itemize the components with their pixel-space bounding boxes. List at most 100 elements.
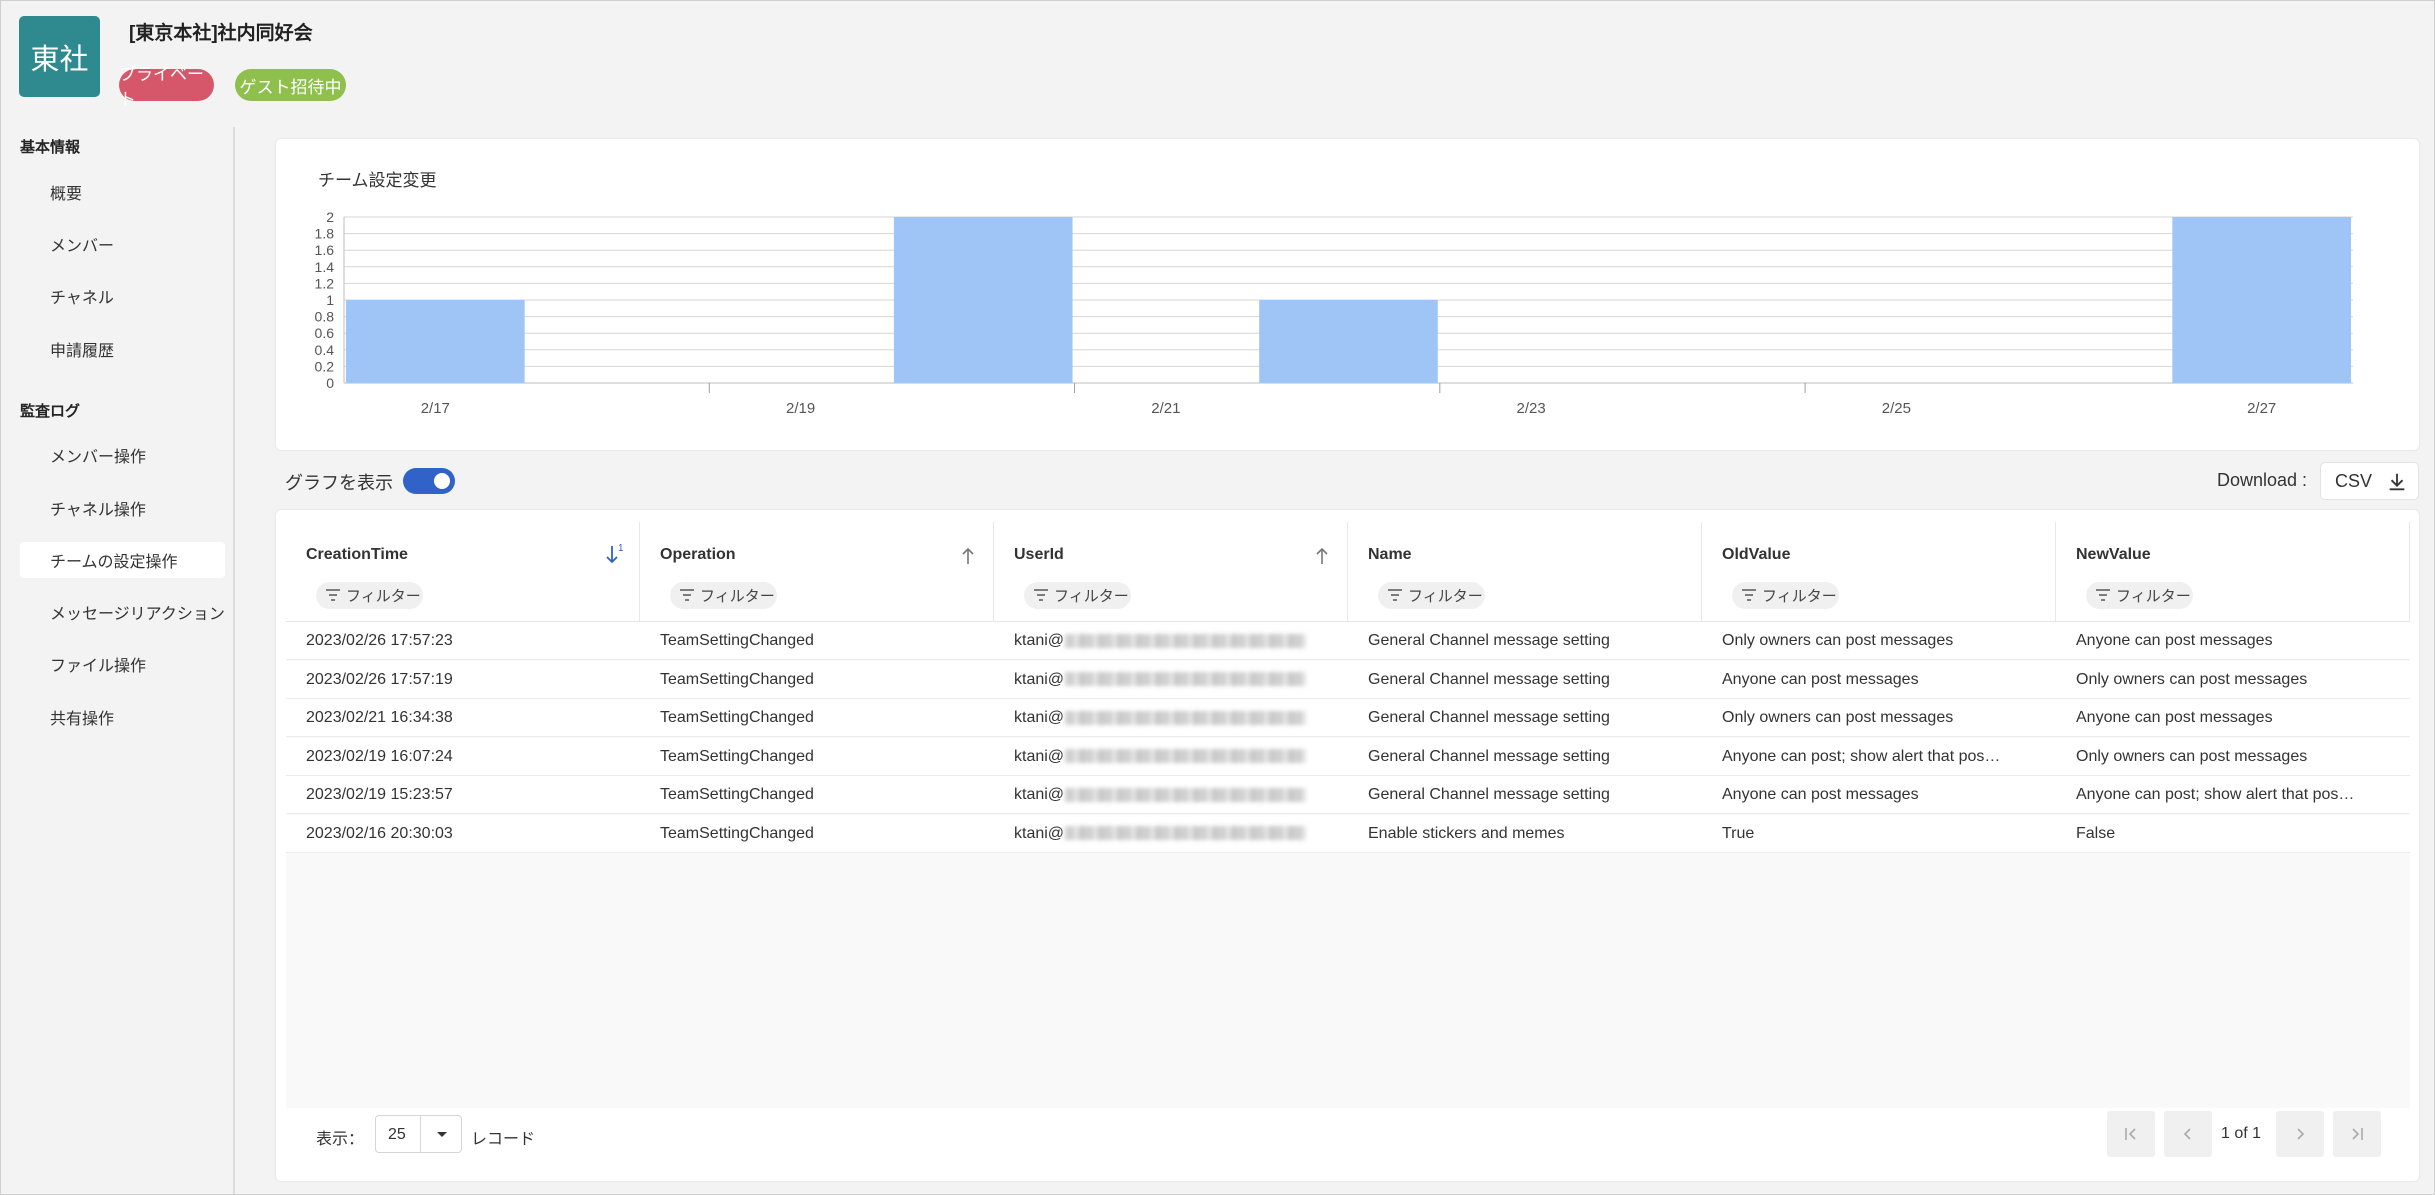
- show-graph-label: グラフを表示: [285, 473, 393, 493]
- sidebar-heading-basic-info: 基本情報: [20, 139, 81, 156]
- cell-text: 2023/02/21 16:34:38: [306, 709, 453, 726]
- x-tick-label: 2/25: [1882, 400, 1911, 417]
- table-row[interactable]: 2023/02/26 17:57:23 TeamSettingChanged kta…: [286, 622, 2410, 660]
- download-icon: [2389, 473, 2405, 491]
- column-header-user-id[interactable]: UserId フィルター: [994, 522, 1348, 622]
- filter-chip[interactable]: フィルター: [2086, 582, 2193, 609]
- cell-text: True: [1722, 824, 1755, 842]
- cell-user-id: ktani@: [994, 815, 1348, 853]
- cell-text: Anyone can post messages: [1722, 786, 1919, 803]
- sidebar-item-sharing-ops[interactable]: 共有操作: [20, 699, 225, 735]
- cell-name: General Channel message setting: [1348, 738, 1702, 776]
- filter-chip[interactable]: フィルター: [670, 582, 777, 609]
- redacted-domain: [1065, 826, 1307, 841]
- filter-icon: [1742, 589, 1756, 601]
- first-page-icon: [2125, 1128, 2136, 1140]
- cell-text: General Channel message setting: [1368, 670, 1610, 688]
- cell-text: 2023/02/19 15:23:57: [306, 786, 453, 803]
- last-page-button[interactable]: [2333, 1111, 2381, 1157]
- filter-chip[interactable]: フィルター: [1024, 582, 1131, 609]
- sidebar-item-file-ops[interactable]: ファイル操作: [20, 646, 225, 682]
- cell-text: General Channel message setting: [1368, 632, 1610, 649]
- sidebar: 基本情報 概要 メンバー チャネル 申請履歴 監査ログ メンバー操作 チャネル操…: [1, 127, 235, 1194]
- sidebar-item-member-ops[interactable]: メンバー操作: [20, 437, 225, 473]
- cell-user-id: ktani@: [994, 622, 1348, 660]
- cell-text: 2023/02/26 17:57:19: [306, 670, 453, 688]
- sort-asc-icon[interactable]: [960, 542, 976, 568]
- cell-user-id: ktani@: [994, 661, 1348, 699]
- show-graph-toggle[interactable]: [403, 468, 455, 494]
- column-title: OldValue: [1722, 546, 1791, 563]
- y-tick-label: 0.8: [315, 309, 335, 325]
- table-row[interactable]: 2023/02/19 16:07:24 TeamSettingChanged kta…: [286, 737, 2410, 776]
- cell-text: ktani@: [1014, 824, 1065, 842]
- cell-creation-time: 2023/02/26 17:57:19: [286, 661, 640, 699]
- filter-chip[interactable]: フィルター: [316, 582, 423, 609]
- filter-icon: [680, 589, 694, 601]
- cell-creation-time: 2023/02/19 15:23:57: [286, 776, 640, 814]
- y-tick-label: 0.2: [315, 358, 335, 374]
- cell-text: Anyone can post messages: [2076, 709, 2273, 726]
- cell-creation-time: 2023/02/21 16:34:38: [286, 699, 640, 737]
- cell-text: Only owners can post messages: [1722, 709, 1954, 726]
- select-divider: [420, 1116, 421, 1152]
- cell-text: Only owners can post messages: [1722, 632, 1954, 649]
- column-header-new-value[interactable]: NewValue フィルター: [2056, 522, 2410, 622]
- bar: [346, 300, 525, 383]
- sort-desc-icon[interactable]: 1: [604, 542, 624, 568]
- cell-new-value: Only owners can post messages: [2056, 738, 2410, 776]
- cell-text: Only owners can post messages: [2076, 747, 2308, 765]
- cell-text: Anyone can post; show alert that pos…: [1722, 747, 2001, 765]
- cell-text: Only owners can post messages: [2076, 670, 2308, 688]
- sidebar-item-channel-ops[interactable]: チャネル操作: [20, 490, 225, 526]
- table-row[interactable]: 2023/02/26 17:57:19 TeamSettingChanged kta…: [286, 660, 2410, 699]
- sidebar-item-team-settings-ops[interactable]: チームの設定操作: [20, 542, 225, 578]
- sidebar-item-message-reactions[interactable]: メッセージリアクション: [20, 594, 225, 630]
- filter-chip[interactable]: フィルター: [1732, 582, 1839, 609]
- column-header-old-value[interactable]: OldValue フィルター: [1702, 522, 2056, 622]
- column-header-creation-time[interactable]: CreationTime 1 フィルター: [286, 522, 640, 622]
- bar: [1259, 300, 1438, 383]
- column-header-operation[interactable]: Operation フィルター: [640, 522, 994, 622]
- cell-operation: TeamSettingChanged: [640, 699, 994, 737]
- sort-asc-icon[interactable]: [1314, 542, 1330, 568]
- filter-chip[interactable]: フィルター: [1378, 582, 1485, 609]
- cell-name: General Channel message setting: [1348, 776, 1702, 814]
- sidebar-item-request-history[interactable]: 申請履歴: [20, 331, 225, 367]
- column-header-name[interactable]: Name フィルター: [1348, 522, 1702, 622]
- bar: [2172, 217, 2351, 383]
- table-row[interactable]: 2023/02/21 16:34:38 TeamSettingChanged kta…: [286, 699, 2410, 737]
- table-row[interactable]: 2023/02/16 20:30:03 TeamSettingChanged kta…: [286, 814, 2410, 853]
- next-page-button[interactable]: [2276, 1111, 2324, 1157]
- sidebar-item-channels[interactable]: チャネル: [20, 278, 225, 314]
- cell-new-value: Only owners can post messages: [2056, 661, 2410, 699]
- prev-page-button[interactable]: [2164, 1111, 2212, 1157]
- column-title: Operation: [660, 546, 736, 563]
- page-size-value: 25: [388, 1126, 406, 1143]
- cell-text: TeamSettingChanged: [660, 824, 814, 842]
- sidebar-heading-audit-log: 監査ログ: [20, 403, 81, 420]
- cell-creation-time: 2023/02/19 16:07:24: [286, 738, 640, 776]
- filter-label: フィルター: [2116, 588, 2191, 605]
- x-tick-label: 2/21: [1151, 400, 1180, 417]
- team-name: [東京本社]社内同好会: [129, 23, 313, 44]
- chevron-left-icon: [2183, 1128, 2191, 1140]
- first-page-button[interactable]: [2107, 1111, 2155, 1157]
- sidebar-item-members[interactable]: メンバー: [20, 226, 225, 262]
- page-size-select[interactable]: 25: [375, 1115, 462, 1153]
- column-title: Name: [1368, 546, 1412, 563]
- cell-text: Anyone can post; show alert that pos…: [2076, 786, 2355, 803]
- sidebar-item-overview[interactable]: 概要: [20, 174, 225, 210]
- csv-download-button[interactable]: CSV: [2320, 462, 2419, 500]
- audit-table-card: CreationTime 1 フィルター Operation フィルター Use…: [276, 510, 2419, 1181]
- cell-old-value: Only owners can post messages: [1702, 699, 2056, 737]
- cell-old-value: Anyone can post; show alert that pos…: [1702, 738, 2056, 776]
- y-tick-label: 1.2: [315, 275, 335, 291]
- table-row[interactable]: 2023/02/19 15:23:57 TeamSettingChanged kta…: [286, 776, 2410, 814]
- y-tick-label: 1.6: [315, 242, 335, 258]
- filter-label: フィルター: [1054, 588, 1129, 605]
- guest-invite-badge: ゲスト招待中: [235, 69, 346, 101]
- cell-old-value: True: [1702, 815, 2056, 853]
- x-tick-label: 2/23: [1517, 400, 1546, 417]
- y-tick-label: 1: [326, 292, 334, 308]
